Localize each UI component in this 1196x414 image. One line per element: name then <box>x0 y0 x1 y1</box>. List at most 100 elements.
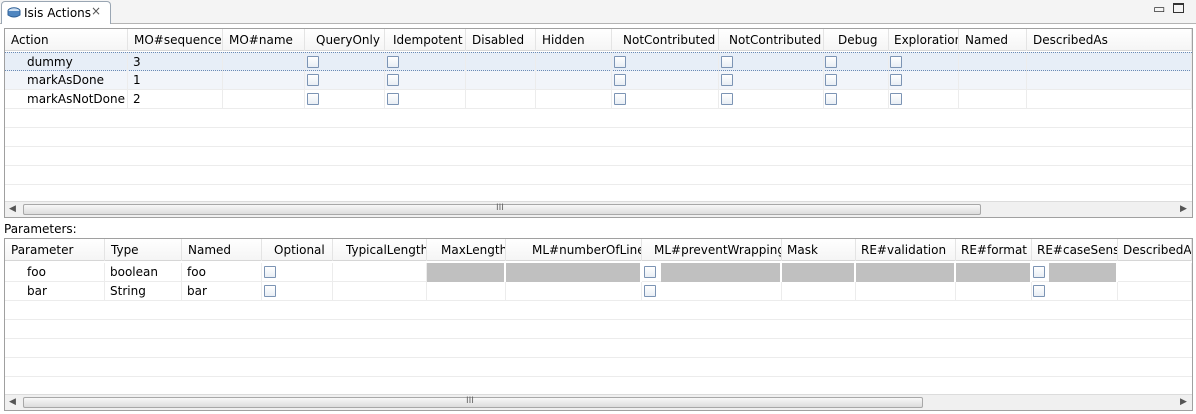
minimize-icon[interactable]: ▭ <box>1153 2 1165 17</box>
column-header-parameter[interactable]: Parameter <box>5 239 105 261</box>
parameters-horizontal-scrollbar[interactable]: ◀ III ▶ <box>5 394 1192 410</box>
column-header-typical-length[interactable]: TypicalLength <box>333 239 427 261</box>
cell-typical-length[interactable] <box>333 263 427 282</box>
not-contributed-checkbox[interactable] <box>721 93 733 105</box>
debug-checkbox[interactable] <box>825 56 837 68</box>
scrollbar-thumb[interactable]: III <box>23 203 981 215</box>
cell-query-only <box>305 90 385 109</box>
cell-hidden[interactable] <box>536 90 612 109</box>
column-header-not-contributed-1[interactable]: NotContributed <box>612 29 719 51</box>
optional-checkbox[interactable] <box>264 266 276 278</box>
scroll-right-icon[interactable]: ▶ <box>1180 397 1187 407</box>
not-contributed-checkbox[interactable] <box>614 93 626 105</box>
parameter-named[interactable]: bar <box>182 282 262 301</box>
empty-row <box>5 339 1192 358</box>
column-header-re-format[interactable]: RE#format <box>956 239 1032 261</box>
exploration-checkbox[interactable] <box>890 93 902 105</box>
scroll-right-icon[interactable]: ▶ <box>1180 204 1187 214</box>
prevent-wrapping-checkbox[interactable] <box>644 266 656 278</box>
cell-hidden[interactable] <box>536 53 612 72</box>
scroll-left-icon[interactable]: ◀ <box>9 397 16 407</box>
debug-checkbox[interactable] <box>825 93 837 105</box>
cell-named[interactable] <box>959 53 1027 72</box>
optional-checkbox[interactable] <box>264 285 276 297</box>
column-header-named[interactable]: Named <box>182 239 262 261</box>
column-header-re-case-sensitive[interactable]: RE#caseSens... <box>1032 239 1118 261</box>
case-sensitive-checkbox[interactable] <box>1033 266 1045 278</box>
query-only-checkbox[interactable] <box>307 93 319 105</box>
cell-described-as[interactable] <box>1027 90 1192 109</box>
cell-described-as[interactable] <box>1027 53 1192 72</box>
prevent-wrapping-checkbox[interactable] <box>644 285 656 297</box>
not-contributed-checkbox[interactable] <box>721 56 733 68</box>
cell-typical-length[interactable] <box>333 282 427 301</box>
column-header-debug[interactable]: Debug <box>824 29 889 51</box>
idempotent-checkbox[interactable] <box>387 93 399 105</box>
not-contributed-checkbox[interactable] <box>721 74 733 86</box>
column-header-re-validation[interactable]: RE#validation <box>856 239 956 261</box>
cell-described-as[interactable] <box>1118 282 1192 301</box>
close-icon[interactable]: × <box>91 4 101 18</box>
mo-name-value[interactable] <box>223 71 305 90</box>
column-header-mask[interactable]: Mask <box>782 239 856 261</box>
mo-sequence-value[interactable]: 1 <box>128 71 223 90</box>
cell-described-as[interactable] <box>1118 263 1192 282</box>
table-row[interactable]: foo boolean foo <box>5 263 1192 282</box>
cell-hidden[interactable] <box>536 71 612 90</box>
cell-re-validation[interactable] <box>856 282 956 301</box>
action-name: markAsDone <box>5 71 128 90</box>
column-header-max-length[interactable]: MaxLength <box>427 239 506 261</box>
isis-actions-tab[interactable]: Isis Actions × <box>1 1 111 24</box>
column-header-idempotent[interactable]: Idempotent <box>385 29 466 51</box>
parameter-name: bar <box>5 282 105 301</box>
mo-sequence-value[interactable]: 3 <box>128 53 223 72</box>
column-header-hidden[interactable]: Hidden <box>536 29 612 51</box>
table-row[interactable]: bar String bar <box>5 282 1192 301</box>
column-header-ml-number-of-lines[interactable]: ML#numberOfLines <box>506 239 642 261</box>
cell-mask[interactable] <box>782 282 856 301</box>
cell-disabled[interactable] <box>466 53 536 72</box>
parameter-named[interactable]: foo <box>182 263 262 282</box>
column-header-optional[interactable]: Optional <box>262 239 333 261</box>
table-row[interactable]: dummy 3 <box>5 52 1192 72</box>
not-contributed-checkbox[interactable] <box>614 56 626 68</box>
cell-described-as[interactable] <box>1027 71 1192 90</box>
debug-checkbox[interactable] <box>825 74 837 86</box>
cell-max-length[interactable] <box>427 282 506 301</box>
query-only-checkbox[interactable] <box>307 56 319 68</box>
exploration-checkbox[interactable] <box>890 74 902 86</box>
idempotent-checkbox[interactable] <box>387 56 399 68</box>
case-sensitive-checkbox[interactable] <box>1033 285 1045 297</box>
scroll-left-icon[interactable]: ◀ <box>9 204 16 214</box>
actions-horizontal-scrollbar[interactable]: ◀ III ▶ <box>5 201 1192 217</box>
not-contributed-checkbox[interactable] <box>614 74 626 86</box>
cell-ml-number-of-lines[interactable] <box>506 282 642 301</box>
mo-name-value[interactable] <box>223 90 305 109</box>
column-header-mo-sequence[interactable]: MO#sequence <box>128 29 223 51</box>
column-header-named[interactable]: Named <box>959 29 1027 51</box>
idempotent-checkbox[interactable] <box>387 74 399 86</box>
column-header-mo-name[interactable]: MO#name <box>223 29 305 51</box>
cell-re-format[interactable] <box>956 282 1032 301</box>
column-header-type[interactable]: Type <box>105 239 182 261</box>
column-header-disabled[interactable]: Disabled <box>466 29 536 51</box>
column-header-not-contributed-2[interactable]: NotContributed <box>719 29 824 51</box>
cell-disabled[interactable] <box>466 90 536 109</box>
mo-sequence-value[interactable]: 2 <box>128 90 223 109</box>
table-row[interactable]: markAsDone 1 <box>5 71 1192 90</box>
cell-named[interactable] <box>959 90 1027 109</box>
column-header-ml-prevent-wrapping[interactable]: ML#preventWrapping <box>642 239 782 261</box>
query-only-checkbox[interactable] <box>307 74 319 86</box>
mo-name-value[interactable] <box>223 53 305 72</box>
cell-named[interactable] <box>959 71 1027 90</box>
maximize-icon[interactable] <box>1173 3 1184 13</box>
column-header-exploration[interactable]: Exploration <box>889 29 959 51</box>
column-header-described-as[interactable]: DescribedAs <box>1118 239 1192 261</box>
column-header-action[interactable]: Action <box>5 29 128 51</box>
exploration-checkbox[interactable] <box>890 56 902 68</box>
table-row[interactable]: markAsNotDone 2 <box>5 90 1192 109</box>
scrollbar-thumb[interactable]: III <box>23 396 923 408</box>
column-header-described-as[interactable]: DescribedAs <box>1027 29 1192 51</box>
cell-disabled[interactable] <box>466 71 536 90</box>
column-header-query-only[interactable]: QueryOnly <box>305 29 385 51</box>
